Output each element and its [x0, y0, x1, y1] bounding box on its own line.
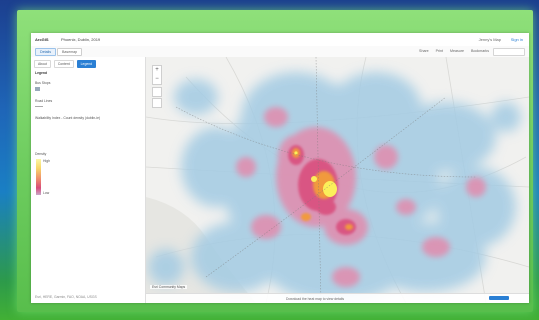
map-footer: Download the heat map to view details — [146, 293, 529, 303]
heat-ramp — [36, 159, 41, 195]
share-button[interactable]: Share — [419, 49, 429, 53]
bus-stop-symbol-icon — [35, 87, 40, 91]
legend-heading: Legend — [35, 71, 48, 75]
toolbar-tools: Share Print Measure Bookmarks — [413, 49, 489, 53]
app-window: ArcGIS Phoenix, Dublin, 2019 Jenny's Map… — [31, 33, 529, 303]
map-title: Phoenix, Dublin, 2019 — [61, 37, 101, 42]
search-input[interactable] — [493, 48, 525, 56]
locate-icon[interactable] — [152, 98, 162, 108]
esri-attribution: Esri Community Maps — [150, 285, 188, 289]
sidebar-footer: Esri, HERE, Garmin, FAO, NOAA, USGS — [35, 295, 97, 299]
tab-about[interactable]: About — [34, 60, 51, 68]
brand-logo: ArcGIS — [35, 37, 49, 42]
map-footer-text: Download the heat map to view details — [286, 297, 345, 301]
map-view[interactable]: + − Esri Community Maps Download the heat… — [146, 57, 529, 303]
bookmarks-button[interactable]: Bookmarks — [471, 49, 489, 53]
tab-basemap[interactable]: Basemap — [57, 48, 83, 56]
tab-legend[interactable]: Legend — [76, 60, 96, 68]
tab-details[interactable]: Details — [35, 48, 56, 56]
zoom-control[interactable]: + − — [152, 65, 162, 85]
ramp-low-label: Low — [43, 191, 50, 195]
ramp-high-label: High — [43, 159, 50, 163]
sign-in-link[interactable]: Sign in — [511, 37, 523, 42]
print-button[interactable]: Print — [436, 49, 443, 53]
app-header: ArcGIS Phoenix, Dublin, 2019 Jenny's Map… — [31, 33, 529, 47]
legend-ramp-title: Density — [35, 152, 47, 156]
time-slider-icon[interactable] — [489, 296, 509, 300]
user-menu[interactable]: Jenny's Map — [479, 37, 501, 42]
sidebar: About Content Legend Legend Bus Stops Ro… — [31, 57, 146, 303]
legend-layer-bus-stops: Bus Stops — [35, 81, 51, 85]
legend-layer-heatmap: Walkability Index - Count density (dubli… — [35, 116, 101, 120]
sidebar-tabs: About Content Legend — [34, 60, 98, 68]
legend-layer-roads: Road Lines — [35, 99, 53, 103]
measure-button[interactable]: Measure — [450, 49, 464, 53]
road-symbol-icon — [35, 106, 43, 107]
compass-icon[interactable] — [152, 87, 162, 97]
heatmap-canvas[interactable] — [146, 57, 529, 303]
tab-content[interactable]: Content — [53, 60, 74, 68]
